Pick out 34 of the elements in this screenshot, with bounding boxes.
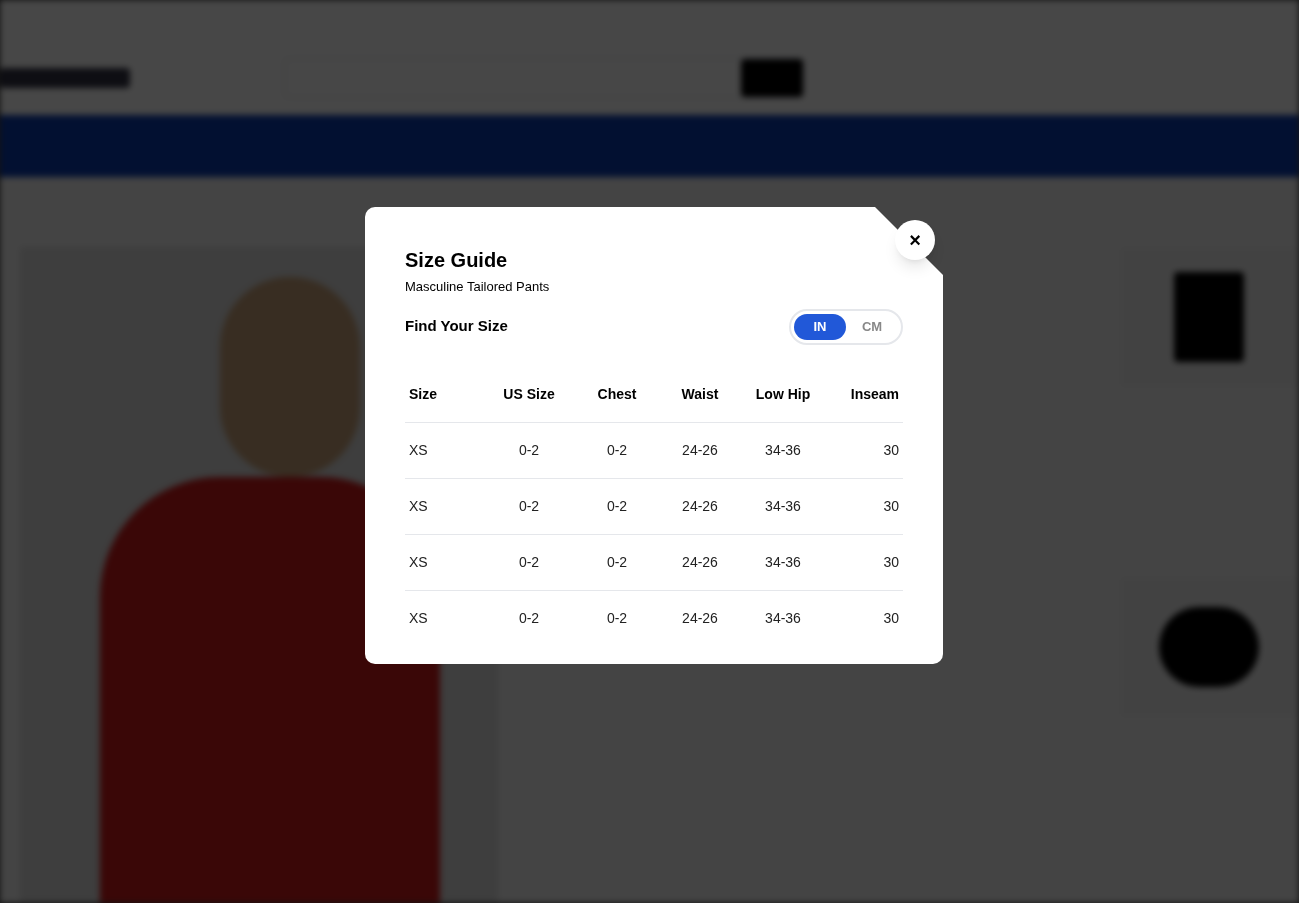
table-cell-text: 34-36 [764,496,802,516]
find-size-label: Find Your Size [405,316,508,337]
column-header: Inseam [849,384,900,404]
table-cell-text: 0-2 [517,440,541,460]
table-cell-text: 0-2 [517,609,541,628]
table-cell-text: XS [408,552,429,572]
unit-tab[interactable]: IN [794,313,846,340]
column-header: Size [408,384,438,404]
table-cell-text: XS [408,440,429,460]
table-cell-text: 30 [882,552,900,572]
column-header: US Size [502,384,556,404]
table-cell-text: 0-2 [517,552,541,572]
table-cell-text: 34-36 [764,552,802,572]
column-header: Low Hip [754,384,812,404]
column-header: Waist [680,384,720,404]
dialog-title: Size Guide [405,248,509,273]
table-cell-text: 24-26 [681,609,719,628]
table-cell-text: 34-36 [764,609,802,628]
table-cell-text: 0-2 [605,440,629,460]
table-cell-text: 0-2 [605,552,629,572]
product-name: Masculine Tailored Pants [405,278,551,296]
table-cell-text: 0-2 [605,496,629,516]
table-cell-text: 24-26 [681,552,719,572]
table-cell-text: 24-26 [681,440,719,460]
table-cell-text: 30 [882,440,900,460]
table-cell-text: 0-2 [605,609,629,628]
table-cell-text: 34-36 [764,440,802,460]
table-cell-text: XS [408,609,429,628]
table-cell-text: XS [408,496,429,516]
column-header: Chest [596,384,638,404]
table-cell-text: 30 [882,496,900,516]
table-cell-text: 24-26 [681,496,719,516]
table-cell-text: 0-2 [517,496,541,516]
table-cell-text: 30 [882,609,900,628]
